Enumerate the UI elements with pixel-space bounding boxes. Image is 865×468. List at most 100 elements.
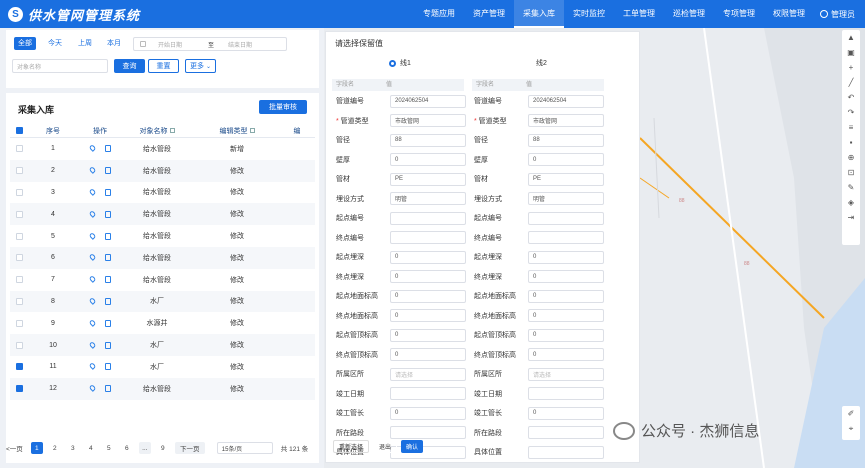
field-value[interactable]: 0 — [390, 328, 466, 342]
locate-icon[interactable] — [88, 166, 96, 175]
field-value[interactable] — [390, 211, 466, 225]
row-checkbox[interactable] — [15, 210, 23, 218]
field-value[interactable] — [528, 426, 604, 439]
page-9[interactable]: 9 — [157, 442, 169, 454]
field-value[interactable]: 明管 — [528, 192, 604, 205]
detail-icon[interactable] — [104, 341, 111, 349]
detail-icon[interactable] — [104, 276, 111, 284]
edit-icon[interactable]: ✐ — [842, 406, 860, 421]
detail-icon[interactable] — [104, 385, 111, 393]
field-value[interactable]: 请选择 — [528, 367, 604, 381]
locate-icon[interactable] — [88, 144, 96, 153]
field-value[interactable] — [528, 231, 604, 244]
field-value[interactable] — [528, 445, 604, 459]
page-4[interactable]: 4 — [85, 442, 97, 454]
select-all-checkbox[interactable] — [15, 127, 23, 134]
nav-item-permission[interactable]: 权限管理 — [764, 0, 814, 28]
page-1[interactable]: 1 — [30, 442, 43, 454]
field-value[interactable]: 88 — [528, 133, 604, 147]
row-checkbox[interactable] — [15, 341, 23, 349]
field-value[interactable]: 0 — [528, 406, 604, 420]
field-value[interactable]: 88 — [390, 133, 466, 147]
locate-icon[interactable] — [88, 297, 96, 305]
page-ellipsis[interactable]: ... — [138, 442, 151, 454]
reset-button[interactable]: 重置 — [148, 59, 179, 73]
measure-icon[interactable]: ⌖ — [842, 421, 860, 436]
sort-icon[interactable] — [169, 128, 175, 134]
locate-icon[interactable] — [88, 188, 96, 196]
reselect-button[interactable]: 重新选择 — [333, 440, 370, 453]
query-button[interactable]: 查询 — [114, 59, 145, 73]
locate-icon[interactable] — [88, 362, 96, 371]
nav-item-topic[interactable]: 专题应用 — [414, 0, 464, 28]
exit-button[interactable]: 退出 — [373, 440, 398, 453]
detail-icon[interactable] — [104, 145, 111, 153]
field-value[interactable]: 0 — [390, 250, 466, 264]
nav-item-special[interactable]: 专项管理 — [714, 0, 764, 28]
user-menu[interactable]: 管理员 — [820, 9, 855, 20]
detail-icon[interactable] — [104, 363, 111, 371]
table-row[interactable]: 2 给水管段 修改 — [10, 159, 315, 182]
batch-review-button[interactable]: 批量审核 — [259, 100, 307, 114]
undo-icon[interactable]: ↶ — [842, 90, 860, 105]
row-checkbox[interactable] — [15, 297, 23, 305]
detail-icon[interactable] — [104, 210, 111, 218]
field-value[interactable]: 0 — [528, 289, 604, 303]
range-today-button[interactable]: 今天 — [44, 37, 66, 50]
detail-icon[interactable] — [104, 188, 111, 196]
field-value[interactable] — [528, 211, 604, 225]
field-value[interactable] — [528, 387, 604, 400]
delete-icon[interactable]: ⊡ — [842, 165, 860, 180]
field-value[interactable]: 0 — [390, 348, 466, 361]
row-checkbox[interactable] — [15, 385, 23, 393]
row-checkbox[interactable] — [15, 145, 23, 153]
detail-icon[interactable] — [104, 297, 111, 305]
range-month-button[interactable]: 本月 — [103, 37, 125, 50]
field-value[interactable]: PE — [528, 172, 604, 186]
field-value[interactable]: 市政管网 — [528, 114, 604, 127]
date-end[interactable]: 结束日期 — [228, 40, 252, 49]
field-value[interactable]: 2024062504 — [528, 94, 604, 108]
field-value[interactable] — [390, 387, 466, 400]
row-checkbox[interactable] — [15, 363, 23, 371]
next-page-button[interactable]: 下一页 — [174, 442, 205, 454]
table-row[interactable]: 1 给水管段 新增 — [10, 138, 315, 160]
row-checkbox[interactable] — [15, 254, 23, 262]
object-name-input[interactable]: 对象名称 — [12, 59, 108, 73]
row-checkbox[interactable] — [15, 232, 23, 240]
table-row[interactable]: 3 给水管段 修改 — [10, 182, 315, 204]
locate-icon[interactable] — [88, 340, 96, 349]
row-checkbox[interactable] — [15, 167, 23, 175]
table-row[interactable]: 11 水厂 修改 — [10, 356, 315, 378]
field-value[interactable]: 0 — [528, 309, 604, 322]
table-row[interactable]: 6 给水管段 修改 — [10, 246, 315, 269]
page-3[interactable]: 3 — [67, 442, 79, 454]
detail-icon[interactable] — [104, 167, 111, 175]
more-button[interactable]: 更多 ⌄ — [185, 59, 216, 73]
field-value[interactable]: 0 — [390, 153, 466, 166]
page-5[interactable]: 5 — [103, 442, 115, 454]
nav-item-collect[interactable]: 采集入库 — [514, 0, 564, 28]
locate-icon[interactable] — [88, 231, 96, 240]
field-value[interactable]: 0 — [528, 348, 604, 361]
field-value[interactable]: 0 — [528, 153, 604, 166]
select-icon[interactable]: ▣ — [842, 45, 860, 60]
field-value[interactable]: 0 — [390, 309, 466, 322]
detail-icon[interactable] — [104, 254, 111, 262]
field-value[interactable]: 0 — [528, 328, 604, 342]
zoom-icon[interactable]: ⊕ — [842, 150, 860, 165]
line-icon[interactable]: ╱ — [842, 75, 860, 90]
range-all-button[interactable]: 全部 — [14, 37, 36, 50]
table-row[interactable]: 10 水厂 修改 — [10, 334, 315, 356]
col-name[interactable]: 对象名称 — [122, 126, 192, 136]
row-checkbox[interactable] — [15, 188, 23, 196]
confirm-button[interactable]: 确认 — [401, 440, 424, 453]
date-start[interactable]: 开始日期 — [158, 40, 208, 49]
field-value[interactable]: 0 — [528, 270, 604, 283]
field-value[interactable] — [390, 231, 466, 244]
sort-icon[interactable] — [249, 128, 255, 134]
page-size-select[interactable]: 15条/页 — [216, 442, 273, 454]
table-row[interactable]: 8 水厂 修改 — [10, 290, 315, 313]
add-icon[interactable]: + — [842, 60, 860, 75]
table-row[interactable]: 5 给水管段 修改 — [10, 225, 315, 247]
